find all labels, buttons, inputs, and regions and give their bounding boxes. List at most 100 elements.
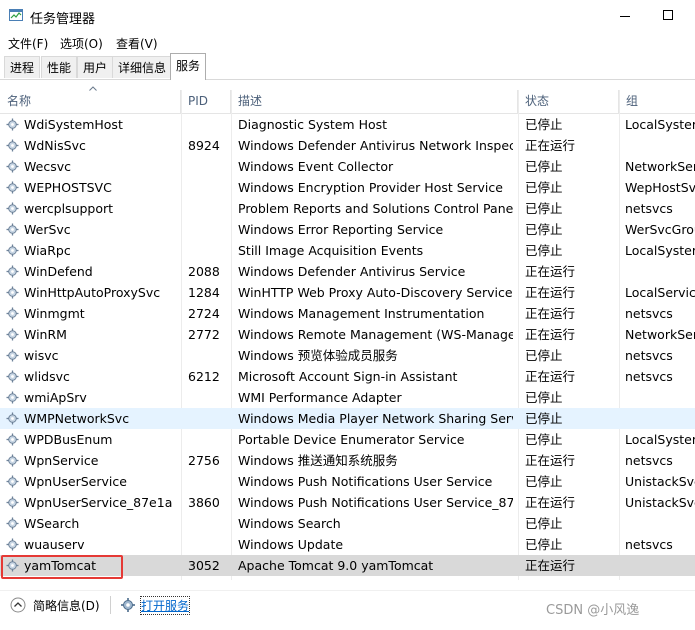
service-status: 已停止 <box>525 432 563 447</box>
service-gear-icon <box>6 160 19 173</box>
column-name[interactable]: 名称 <box>0 90 181 113</box>
service-status: 已停止 <box>525 348 563 363</box>
column-status[interactable]: 状态 <box>518 90 619 113</box>
service-name: WpnUserService <box>24 474 127 489</box>
service-name: Wecsvc <box>24 159 71 174</box>
service-description: Windows Error Reporting Service <box>238 222 444 237</box>
window-title: 任务管理器 <box>30 12 96 27</box>
service-status: 已停止 <box>525 222 563 237</box>
table-row[interactable]: wisvc Windows 预览体验成员服务 已停止 netsvcs <box>0 345 695 366</box>
tab-services[interactable]: 服务 <box>170 53 207 80</box>
service-description: Microsoft Account Sign-in Assistant <box>238 369 458 384</box>
table-row[interactable]: WPDBusEnum Portable Device Enumerator Ser… <box>0 429 695 450</box>
service-status: 已停止 <box>525 474 563 489</box>
table-row[interactable]: wercplsupport Problem Reports and Solutio… <box>0 198 695 219</box>
service-pid: 2088 <box>188 264 220 279</box>
menu-options[interactable]: 选项(O) <box>60 35 103 52</box>
service-gear-icon <box>6 496 19 509</box>
service-name: WdNisSvc <box>24 138 86 153</box>
table-row[interactable]: wlidsvc 6212 Microsoft Account Sign-in Ass… <box>0 366 695 387</box>
service-group <box>625 513 695 534</box>
table-row[interactable]: WMPNetworkSvc Windows Media Player Networ… <box>0 408 695 429</box>
tab-users[interactable]: 用户 <box>77 56 114 78</box>
footer-bar: 简略信息(D) 打开服务 CSDN @小风逸 <box>0 590 695 630</box>
service-description: Windows Search <box>238 516 341 531</box>
service-description: Windows Push Notifications User Service <box>238 474 493 489</box>
service-description: Problem Reports and Solutions Control Pa… <box>238 201 513 216</box>
service-description: Windows Management Instrumentation <box>238 306 485 321</box>
column-pid[interactable]: PID <box>181 90 231 113</box>
column-group[interactable]: 组 <box>619 90 695 113</box>
service-status: 已停止 <box>525 537 563 552</box>
service-pid <box>188 240 230 261</box>
service-gear-icon <box>6 412 19 425</box>
service-description: WMI Performance Adapter <box>238 390 402 405</box>
table-row[interactable]: WpnUserService_87e1a 3860 Windows Push Not… <box>0 492 695 513</box>
table-row[interactable]: WpnService 2756 Windows 推送通知系统服务 正在运行 netsvc… <box>0 450 695 471</box>
service-pid <box>188 345 230 366</box>
service-group: WerSvcGrou <box>625 222 695 237</box>
footer-divider <box>110 596 111 614</box>
tab-processes[interactable]: 进程 <box>4 56 41 78</box>
service-gear-icon <box>6 328 19 341</box>
open-services-link[interactable]: 打开服务 <box>139 596 191 615</box>
service-description: Still Image Acquisition Events <box>238 243 424 258</box>
table-row[interactable]: WdiSystemHost Diagnostic System Host 已停止 Lo… <box>0 114 695 135</box>
table-row[interactable]: Wecsvc Windows Event Collector 已停止 NetworkS… <box>0 156 695 177</box>
table-row[interactable]: wuauserv Windows Update 已停止 netsvcs <box>0 534 695 555</box>
service-name: WinHttpAutoProxySvc <box>24 285 161 300</box>
service-gear-icon <box>6 433 19 446</box>
table-row[interactable]: WSearch Windows Search 已停止 <box>0 513 695 534</box>
table-row[interactable]: WinRM 2772 Windows Remote Management (WS-M… <box>0 324 695 345</box>
service-group: LocalSystem <box>625 432 695 447</box>
table-row[interactable]: WinHttpAutoProxySvc 1284 WinHTTP Web Proxy… <box>0 282 695 303</box>
service-gear-icon <box>6 454 19 467</box>
service-pid <box>188 177 230 198</box>
service-status: 已停止 <box>525 411 563 426</box>
service-pid <box>188 114 230 135</box>
service-pid: 6212 <box>188 369 220 384</box>
table-row[interactable]: WiaRpc Still Image Acquisition Events 已停止 L… <box>0 240 695 261</box>
table-row[interactable]: WerSvc Windows Error Reporting Service 已停止… <box>0 219 695 240</box>
service-gear-icon <box>6 139 19 152</box>
service-status: 已停止 <box>525 516 563 531</box>
service-group: LocalService <box>625 285 695 300</box>
menu-file[interactable]: 文件(F) <box>8 35 48 52</box>
menu-bar: 文件(F) 选项(O) 查看(V) <box>0 31 695 53</box>
service-name: wisvc <box>24 348 59 363</box>
fewer-details-button[interactable]: 简略信息(D) <box>33 597 100 614</box>
column-description[interactable]: 描述 <box>231 90 518 113</box>
service-group: netsvcs <box>625 306 673 321</box>
table-row[interactable]: wmiApSrv WMI Performance Adapter 已停止 <box>0 387 695 408</box>
service-name: WiaRpc <box>24 243 71 258</box>
service-group <box>625 387 695 408</box>
service-status: 正在运行 <box>525 306 576 321</box>
chevron-up-icon[interactable] <box>10 597 26 613</box>
service-status: 已停止 <box>525 159 563 174</box>
service-name: WpnUserService_87e1a <box>24 495 173 510</box>
service-gear-icon <box>6 223 19 236</box>
minimize-button[interactable] <box>610 0 642 31</box>
service-gear-icon <box>6 244 19 257</box>
table-row[interactable]: WEPHOSTSVC Windows Encryption Provider Ho… <box>0 177 695 198</box>
tab-details[interactable]: 详细信息 <box>112 56 173 78</box>
service-group: netsvcs <box>625 348 673 363</box>
service-group: NetworkSer <box>625 159 695 174</box>
service-description: Windows Push Notifications User Service_… <box>238 495 513 510</box>
service-status: 正在运行 <box>525 453 576 468</box>
service-status: 已停止 <box>525 243 563 258</box>
tab-performance[interactable]: 性能 <box>41 56 78 78</box>
menu-view[interactable]: 查看(V) <box>116 35 158 52</box>
service-description: Windows Media Player Network Sharing Ser… <box>238 411 513 426</box>
table-row[interactable]: WinDefend 2088 Windows Defender Antivirus … <box>0 261 695 282</box>
service-name: WPDBusEnum <box>24 432 113 447</box>
service-pid <box>188 534 230 555</box>
maximize-button[interactable] <box>655 0 687 31</box>
service-group <box>625 555 695 576</box>
service-gear-icon <box>6 517 19 530</box>
table-row[interactable]: Winmgmt 2724 Windows Management Instrument… <box>0 303 695 324</box>
column-header-row: 名称 PID 描述 状态 组 <box>0 90 695 114</box>
table-row[interactable]: WdNisSvc 8924 Windows Defender Antivirus N… <box>0 135 695 156</box>
table-row[interactable]: WpnUserService Windows Push Notifications… <box>0 471 695 492</box>
service-gear-icon <box>6 265 19 278</box>
